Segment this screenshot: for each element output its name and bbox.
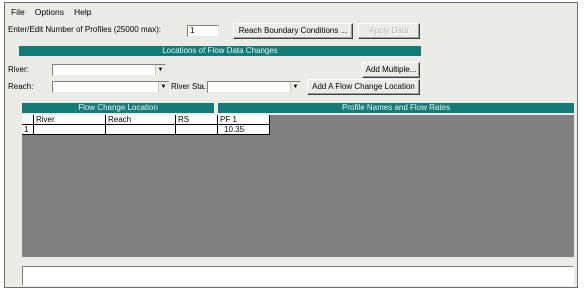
row-number: 1 [22, 125, 34, 135]
flow-data-window: File Options Help Enter/Edit Number of P… [4, 2, 578, 288]
reach-label: Reach: [8, 82, 34, 91]
column-header-reach: Reach [106, 115, 176, 125]
menu-bar: File Options Help [11, 6, 91, 18]
table-cell-rs[interactable] [176, 125, 218, 135]
table-cell-reach[interactable] [106, 125, 176, 135]
menu-help[interactable]: Help [74, 6, 91, 18]
add-multiple-button[interactable]: Add Multiple... [362, 62, 420, 78]
flow-data-grid[interactable]: River Reach RS PF 1 1 10.35 [22, 115, 574, 257]
river-station-combo[interactable]: ▼ [207, 81, 301, 93]
reach-combo[interactable]: ▼ [52, 81, 169, 93]
flow-change-location-header: Flow Change Location [22, 103, 214, 113]
profiles-count-input[interactable]: 1 [187, 25, 219, 37]
river-label: River: [8, 65, 29, 74]
locations-section-title: Locations of Flow Data Changes [19, 46, 421, 56]
table-cell-river[interactable] [34, 125, 106, 135]
menu-options[interactable]: Options [35, 6, 64, 18]
profile-names-header: Profile Names and Flow Rates [218, 103, 574, 113]
row-header-corner [22, 115, 34, 125]
chevron-down-icon[interactable]: ▼ [290, 82, 300, 92]
add-flow-change-location-button[interactable]: Add A Flow Change Location [307, 79, 420, 95]
status-message-box [22, 266, 574, 286]
chevron-down-icon[interactable]: ▼ [155, 65, 165, 75]
reach-boundary-conditions-button[interactable]: Reach Boundary Conditions ... [233, 23, 353, 39]
table-cell-pf1[interactable]: 10.35 [218, 125, 270, 135]
column-header-rs: RS [176, 115, 218, 125]
column-header-pf1: PF 1 [218, 115, 270, 125]
apply-data-button[interactable]: Apply Data [358, 23, 420, 39]
profiles-count-label: Enter/Edit Number of Profiles (25000 max… [8, 25, 161, 34]
column-header-river: River [34, 115, 106, 125]
chevron-down-icon[interactable]: ▼ [158, 82, 168, 92]
river-combo[interactable]: ▼ [52, 64, 166, 76]
river-station-label: River Sta.: [171, 82, 209, 91]
menu-file[interactable]: File [11, 6, 25, 18]
